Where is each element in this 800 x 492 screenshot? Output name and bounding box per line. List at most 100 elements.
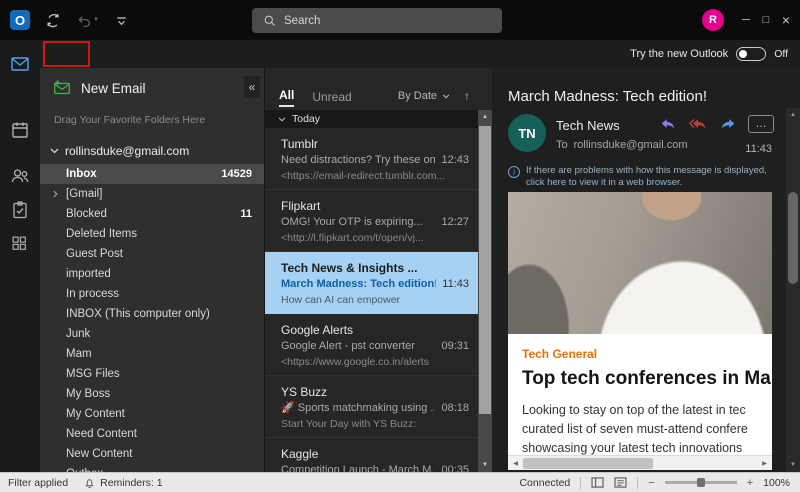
folder-name: My Boss (66, 388, 252, 400)
collapse-folder-pane-button[interactable]: « (244, 76, 260, 98)
folder-item[interactable]: My Content (40, 404, 264, 424)
folder-item[interactable]: Outbox (40, 464, 264, 472)
email-body-text: Looking to stay on top of the latest in … (522, 401, 772, 455)
sort-direction-icon[interactable]: ↑ (464, 89, 470, 103)
info-line-2-link[interactable]: click here to view it in a web browser. (526, 177, 682, 188)
email-category-label: Tech General (522, 347, 772, 361)
message-list-scrollbar[interactable]: ▲ ▼ (478, 110, 492, 472)
folder-unread-count: 11 (240, 208, 252, 220)
group-header-label: Today (292, 113, 320, 125)
scrollbar-thumb[interactable] (479, 126, 491, 414)
tab-all[interactable]: All (279, 88, 294, 107)
forward-icon[interactable] (719, 116, 737, 132)
more-actions-button[interactable]: … (748, 115, 774, 133)
folder-item[interactable]: Junk (40, 324, 264, 344)
message-preview: <http://l.flipkart.com/t/open/vj... (281, 230, 469, 246)
minimize-button[interactable]: ─ (736, 0, 756, 40)
info-icon: i (508, 166, 520, 178)
folder-item[interactable]: [Gmail] (40, 184, 264, 204)
scroll-down-icon[interactable]: ▼ (478, 458, 492, 472)
scroll-up-icon[interactable]: ▲ (478, 110, 492, 124)
reading-pane: March Madness: Tech edition! TN Tech New… (492, 68, 800, 472)
folder-item[interactable]: INBOX (This computer only) (40, 304, 264, 324)
email-hero-image (508, 192, 772, 334)
normal-view-icon[interactable] (591, 477, 604, 488)
scroll-left-icon[interactable]: ◀ (508, 456, 523, 471)
zoom-slider[interactable] (665, 481, 737, 484)
new-email-label: New Email (81, 81, 146, 96)
search-input[interactable]: Search (252, 8, 502, 33)
undo-dropdown-caret-icon[interactable]: ▼ (93, 17, 99, 23)
new-email-button[interactable]: New Email (52, 78, 146, 98)
account-email: rollinsduke@gmail.com (65, 144, 189, 158)
send-receive-sync-icon[interactable] (45, 12, 61, 28)
scroll-right-icon[interactable]: ▶ (757, 456, 772, 471)
body-line: Looking to stay on top of the latest in … (522, 401, 772, 420)
sort-by-date-dropdown[interactable]: By Date (398, 90, 450, 102)
message-list-item[interactable]: Flipkart OMG! Your OTP is expiring... 12… (265, 190, 479, 252)
reminders-status[interactable]: Reminders: 1 (100, 477, 162, 489)
scroll-up-icon[interactable]: ▲ (786, 108, 800, 122)
reading-view-icon[interactable] (614, 477, 627, 488)
reply-icon[interactable] (659, 116, 677, 132)
people-nav-icon[interactable] (10, 166, 30, 186)
tab-unread[interactable]: Unread (312, 90, 351, 107)
group-header-today[interactable]: Today (265, 110, 479, 128)
mail-nav-icon[interactable] (10, 54, 30, 74)
folder-item[interactable]: New Content (40, 444, 264, 464)
undo-icon[interactable]: ▼ (76, 13, 99, 28)
message-sender: Google Alerts (281, 322, 469, 338)
new-outlook-toggle[interactable] (736, 47, 766, 61)
divider (580, 477, 581, 489)
folder-item[interactable]: Deleted Items (40, 224, 264, 244)
close-button[interactable]: × (776, 0, 796, 40)
scroll-down-icon[interactable]: ▼ (786, 458, 800, 472)
message-list-item[interactable]: Google Alerts Google Alert - pst convert… (265, 314, 479, 376)
customize-quick-access-icon[interactable] (114, 13, 129, 28)
folder-item[interactable]: Inbox 14529 (40, 164, 264, 184)
folder-name: Deleted Items (66, 228, 252, 240)
sender-name[interactable]: Tech News (556, 118, 620, 133)
more-apps-icon[interactable] (10, 234, 28, 252)
titlebar: O ▼ Search R ─ □ × (0, 0, 800, 40)
chevron-right-icon[interactable] (53, 190, 58, 198)
account-avatar[interactable]: R (702, 9, 724, 31)
folder-item[interactable]: imported (40, 264, 264, 284)
folder-item[interactable]: Blocked 11 (40, 204, 264, 224)
folder-item[interactable]: Need Content (40, 424, 264, 444)
folder-name: Blocked (66, 208, 232, 220)
account-header[interactable]: rollinsduke@gmail.com (50, 144, 189, 158)
message-list-item[interactable]: YS Buzz 🚀 Sports matchmaking using ... 0… (265, 376, 479, 438)
folder-item[interactable]: Guest Post (40, 244, 264, 264)
scrollbar-thumb[interactable] (523, 458, 653, 469)
folder-name: Junk (66, 328, 252, 340)
message-sender: Kaggle (281, 446, 469, 462)
message-list-item[interactable]: Tech News & Insights ... March Madness: … (265, 252, 479, 314)
horizontal-scrollbar[interactable]: ◀ ▶ (508, 455, 772, 470)
message-sender: Tech News & Insights ... (281, 260, 469, 276)
maximize-button[interactable]: □ (756, 0, 776, 40)
zoom-slider-knob[interactable] (697, 478, 705, 487)
message-time: 00:35 (441, 462, 469, 472)
folder-item[interactable]: My Boss (40, 384, 264, 404)
message-sender: Tumblr (281, 136, 469, 152)
folder-item[interactable]: MSG Files (40, 364, 264, 384)
reminders-bell-icon (84, 477, 95, 489)
toggle-state-label: Off (774, 48, 788, 60)
folder-item[interactable]: Mam (40, 344, 264, 364)
message-list-item[interactable]: Kaggle Competition Launch - March M... 0… (265, 438, 479, 472)
message-list-item[interactable]: Tumblr Need distractions? Try these on..… (265, 128, 479, 190)
annotation-file-highlight (43, 41, 90, 67)
reading-pane-scrollbar[interactable]: ▲ ▼ (786, 108, 800, 472)
zoom-out-button[interactable]: − (648, 477, 654, 489)
zoom-level[interactable]: 100% (763, 477, 790, 489)
reply-all-icon[interactable] (688, 116, 708, 132)
folder-item[interactable]: In process (40, 284, 264, 304)
tasks-nav-icon[interactable] (10, 200, 30, 220)
scrollbar-thumb[interactable] (788, 192, 798, 284)
calendar-nav-icon[interactable] (10, 120, 30, 140)
message-time: 12:43 (441, 152, 469, 168)
zoom-in-button[interactable]: + (747, 477, 753, 489)
sender-avatar[interactable]: TN (508, 114, 546, 152)
display-problems-info-bar[interactable]: i If there are problems with how this me… (508, 165, 774, 189)
